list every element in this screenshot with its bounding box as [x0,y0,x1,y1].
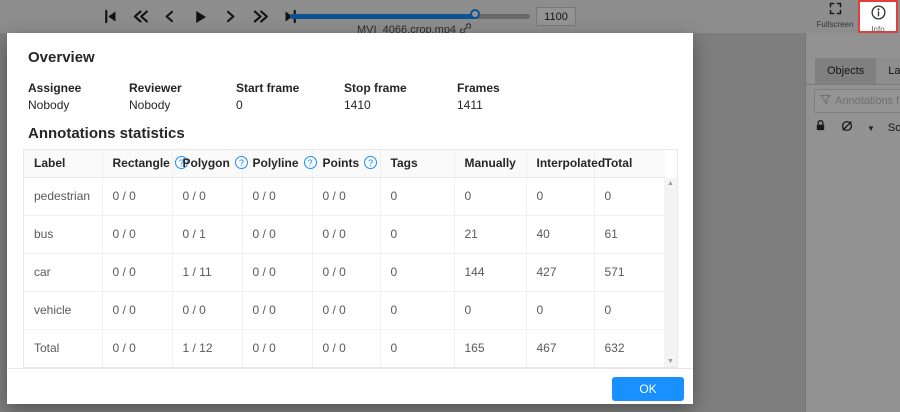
help-icon[interactable]: ? [234,156,248,170]
modal-body: Overview Assignee Nobody Reviewer Nobody… [7,33,693,368]
col-label: Label [24,150,103,178]
job-summary-fields: Assignee Nobody Reviewer Nobody Start fr… [22,81,678,112]
col-rectangle: Rectangle? [102,150,188,178]
info-icon [870,5,887,25]
field-frames: Frames 1411 [457,81,500,112]
statistics-title: Annotations statistics [28,125,185,142]
info-button[interactable]: Info [858,0,898,34]
table-row: vehicle 0 / 0 0 / 0 0 / 0 0 / 0 0 0 0 0 [24,291,665,330]
table-header-row: Label Rectangle? Polygon? Polyline? Poin… [24,150,665,178]
statistics-table: Label Rectangle? Polygon? Polyline? Poin… [24,150,665,367]
job-info-modal: Overview Assignee Nobody Reviewer Nobody… [7,33,693,404]
field-start-frame: Start frame 0 [236,81,300,112]
table-scrollbar[interactable]: ▲ ▼ [664,178,677,367]
table-row: car 0 / 0 1 / 11 0 / 0 0 / 0 0 144 427 5… [24,253,665,292]
col-interpolated: Interpolated [526,150,605,178]
modal-footer: OK [7,368,693,409]
info-label: Info [871,25,885,34]
col-polygon: Polygon? [172,150,248,178]
field-stop-frame: Stop frame 1410 [344,81,407,112]
field-assignee: Assignee Nobody [28,81,82,112]
col-manually: Manually [454,150,527,178]
help-icon[interactable]: ? [364,156,378,170]
cvat-annotation-app: MVI_4066.crop.mp4 Fullscreen Info Object… [0,0,900,412]
field-reviewer: Reviewer Nobody [129,81,182,112]
table-row: bus 0 / 0 0 / 1 0 / 0 0 / 0 0 21 40 61 [24,215,665,254]
col-polyline: Polyline? [242,150,317,178]
scroll-up-icon[interactable]: ▲ [667,180,674,187]
table-row: pedestrian 0 / 0 0 / 0 0 / 0 0 / 0 0 0 0… [24,177,665,216]
help-icon[interactable]: ? [303,156,317,170]
col-total: Total [594,150,665,178]
overview-title: Overview [28,49,95,66]
scroll-down-icon[interactable]: ▼ [667,358,674,365]
statistics-table-container: Label Rectangle? Polygon? Polyline? Poin… [23,149,678,368]
col-tags: Tags [380,150,455,178]
table-row-total: Total 0 / 0 1 / 12 0 / 0 0 / 0 0 165 467… [24,329,665,367]
ok-button[interactable]: OK [612,377,684,401]
col-points: Points? [312,150,381,178]
